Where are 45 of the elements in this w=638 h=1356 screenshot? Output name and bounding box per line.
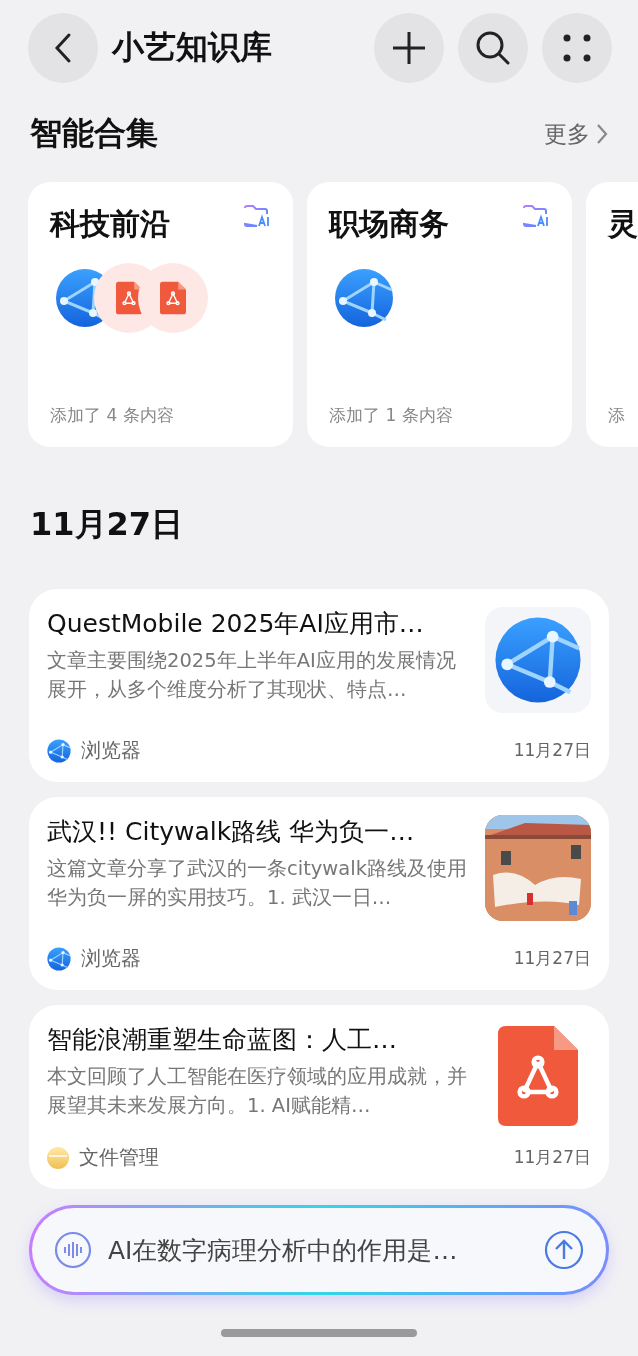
source-label: 浏览器 [81, 945, 141, 972]
entry-title: QuestMobile 2025年AI应用市… [47, 608, 425, 640]
collection-count: 添加了 4 条内容 [50, 404, 175, 427]
entry-title: 智能浪潮重塑生命蓝图：人工… [47, 1024, 398, 1056]
pdf-file-icon [160, 281, 186, 315]
chevron-icon [596, 123, 608, 145]
entry-summary: 本文回顾了人工智能在医疗领域的应用成就，并展望其未来发展方向。1. AI赋能精… [47, 1064, 467, 1119]
date-heading: 11月27日 [29, 504, 185, 545]
collection-title: 职场商务 [329, 205, 449, 243]
source-label: 文件管理 [79, 1144, 159, 1171]
source-label: 浏览器 [81, 737, 141, 764]
dots-icon [563, 34, 591, 62]
send-icon[interactable] [544, 1230, 584, 1270]
globe-icon [47, 946, 71, 971]
plus-icon [392, 31, 426, 65]
entry-summary: 这篇文章分享了武汉的一条citywalk路线及使用华为负一屏的实用技巧。1. 武汉一日… [47, 856, 467, 911]
collection-card[interactable]: 灵 添 [586, 182, 638, 447]
pdf-file-icon [498, 1023, 578, 1129]
entry-summary: 文章主要围绕2025年上半年AI应用的发展情况展开，从多个维度分析了其现状、特点… [47, 648, 457, 703]
globe-icon [334, 268, 394, 328]
collection-count: 添 [608, 404, 626, 427]
collection-count: 添加了 1 条内容 [329, 404, 454, 427]
search-icon [475, 30, 511, 66]
entry-date: 11月27日 [513, 739, 591, 762]
back-icon [54, 32, 72, 64]
pdf-file-icon [116, 281, 142, 315]
more-link[interactable]: 更多 [544, 118, 608, 150]
entry-date: 11月27日 [513, 947, 591, 970]
entry-title: 武汉!! Citywalk路线 华为负一… [47, 816, 416, 848]
collection-title: 灵 [608, 205, 638, 243]
page-title: 小艺知识库 [112, 27, 273, 68]
voice-icon [54, 1231, 92, 1269]
ai-folder-icon [522, 204, 550, 228]
collection-title: 科技前沿 [50, 205, 170, 243]
entry-card[interactable]: QuestMobile 2025年AI应用市… 文章主要围绕2025年上半年AI应用的发展情况展开，从多个维度分析了其现状、特点… 浏览器 11月27日 [29, 589, 609, 782]
entry-card[interactable]: 武汉!! Citywalk路线 华为负一… 这篇文章分享了武汉的一条citywalk路线及使用华为负一屏的实用技巧。1. 武汉一日… 浏览器 11月27日 [29, 797, 609, 990]
globe-icon [494, 616, 582, 704]
collection-card[interactable]: 科技前沿 添加了 4 条内容 [28, 182, 293, 447]
ask-field[interactable]: AI在数字病理分析中的作用是… [106, 1234, 530, 1266]
collection-card[interactable]: 职场商务 添加了 1 条内容 [307, 182, 572, 447]
entry-card[interactable]: 智能浪潮重塑生命蓝图：人工… 本文回顾了人工智能在医疗领域的应用成就，并展望其未来发展方向。1. AI赋能精… 文件管理 11月27日 [29, 1005, 609, 1189]
ai-folder-icon [243, 204, 271, 228]
entry-date: 11月27日 [513, 1146, 591, 1169]
globe-icon [47, 738, 71, 763]
section-title: 智能合集 [30, 113, 158, 154]
